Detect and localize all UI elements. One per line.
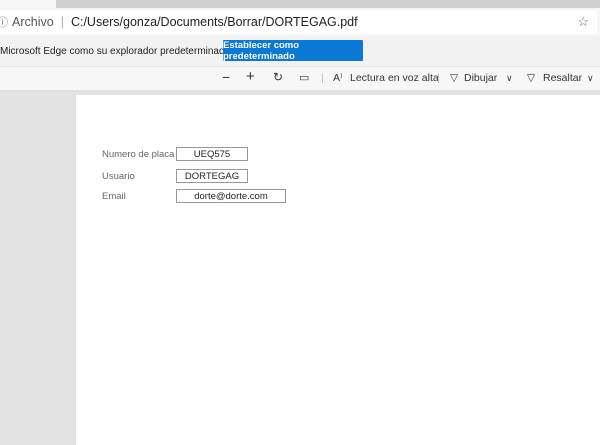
zoom-out-icon[interactable]: −	[222, 69, 230, 85]
user-label: Usuario	[102, 171, 135, 182]
rotate-icon[interactable]: ↻	[273, 70, 283, 84]
pdf-page: Numero de placa UEQ575 Usuario DORTEGAG …	[76, 95, 600, 445]
address-input[interactable]: ⓘ Archivo | C:/Users/gonza/Documents/Bor…	[0, 10, 597, 34]
user-field[interactable]: DORTEGAG	[176, 169, 248, 183]
divider: |	[60, 15, 64, 29]
address-bar: ⓘ Archivo | C:/Users/gonza/Documents/Bor…	[0, 8, 600, 36]
default-browser-infobar: Microsoft Edge como su explorador predet…	[0, 36, 600, 66]
divider: |	[437, 72, 440, 84]
tab-strip	[0, 0, 600, 8]
site-label: Archivo	[12, 15, 54, 29]
active-tab[interactable]	[0, 0, 56, 8]
highlight-button[interactable]: Resaltar	[543, 72, 582, 84]
read-aloud-icon[interactable]: A⁾	[333, 72, 343, 84]
read-aloud-button[interactable]: Lectura en voz alta	[350, 72, 439, 84]
infobar-message: Microsoft Edge como su explorador predet…	[0, 45, 236, 57]
pdf-toolbar: − + ↻ ▭ | A⁾ Lectura en voz alta | ▽ Dib…	[0, 66, 600, 92]
set-default-button[interactable]: Establecer como predeterminado	[223, 40, 363, 62]
highlight-icon[interactable]: ▽	[527, 72, 535, 84]
info-icon[interactable]: ⓘ	[0, 14, 8, 30]
plate-field[interactable]: UEQ575	[176, 147, 248, 161]
draw-button[interactable]: Dibujar	[464, 72, 497, 84]
email-field[interactable]: dorte@dorte.com	[176, 189, 286, 203]
draw-icon[interactable]: ▽	[450, 72, 458, 84]
fit-page-icon[interactable]: ▭	[299, 71, 309, 84]
email-label: Email	[102, 191, 126, 202]
highlight-chevron-down-icon[interactable]: ∨	[587, 73, 594, 84]
zoom-in-icon[interactable]: +	[246, 68, 255, 85]
favorite-star-icon[interactable]: ☆	[577, 14, 589, 30]
divider: |	[321, 72, 324, 84]
url-text[interactable]: C:/Users/gonza/Documents/Borrar/DORTEGAG…	[71, 15, 358, 29]
draw-chevron-down-icon[interactable]: ∨	[506, 73, 513, 84]
plate-label: Numero de placa	[102, 149, 175, 160]
